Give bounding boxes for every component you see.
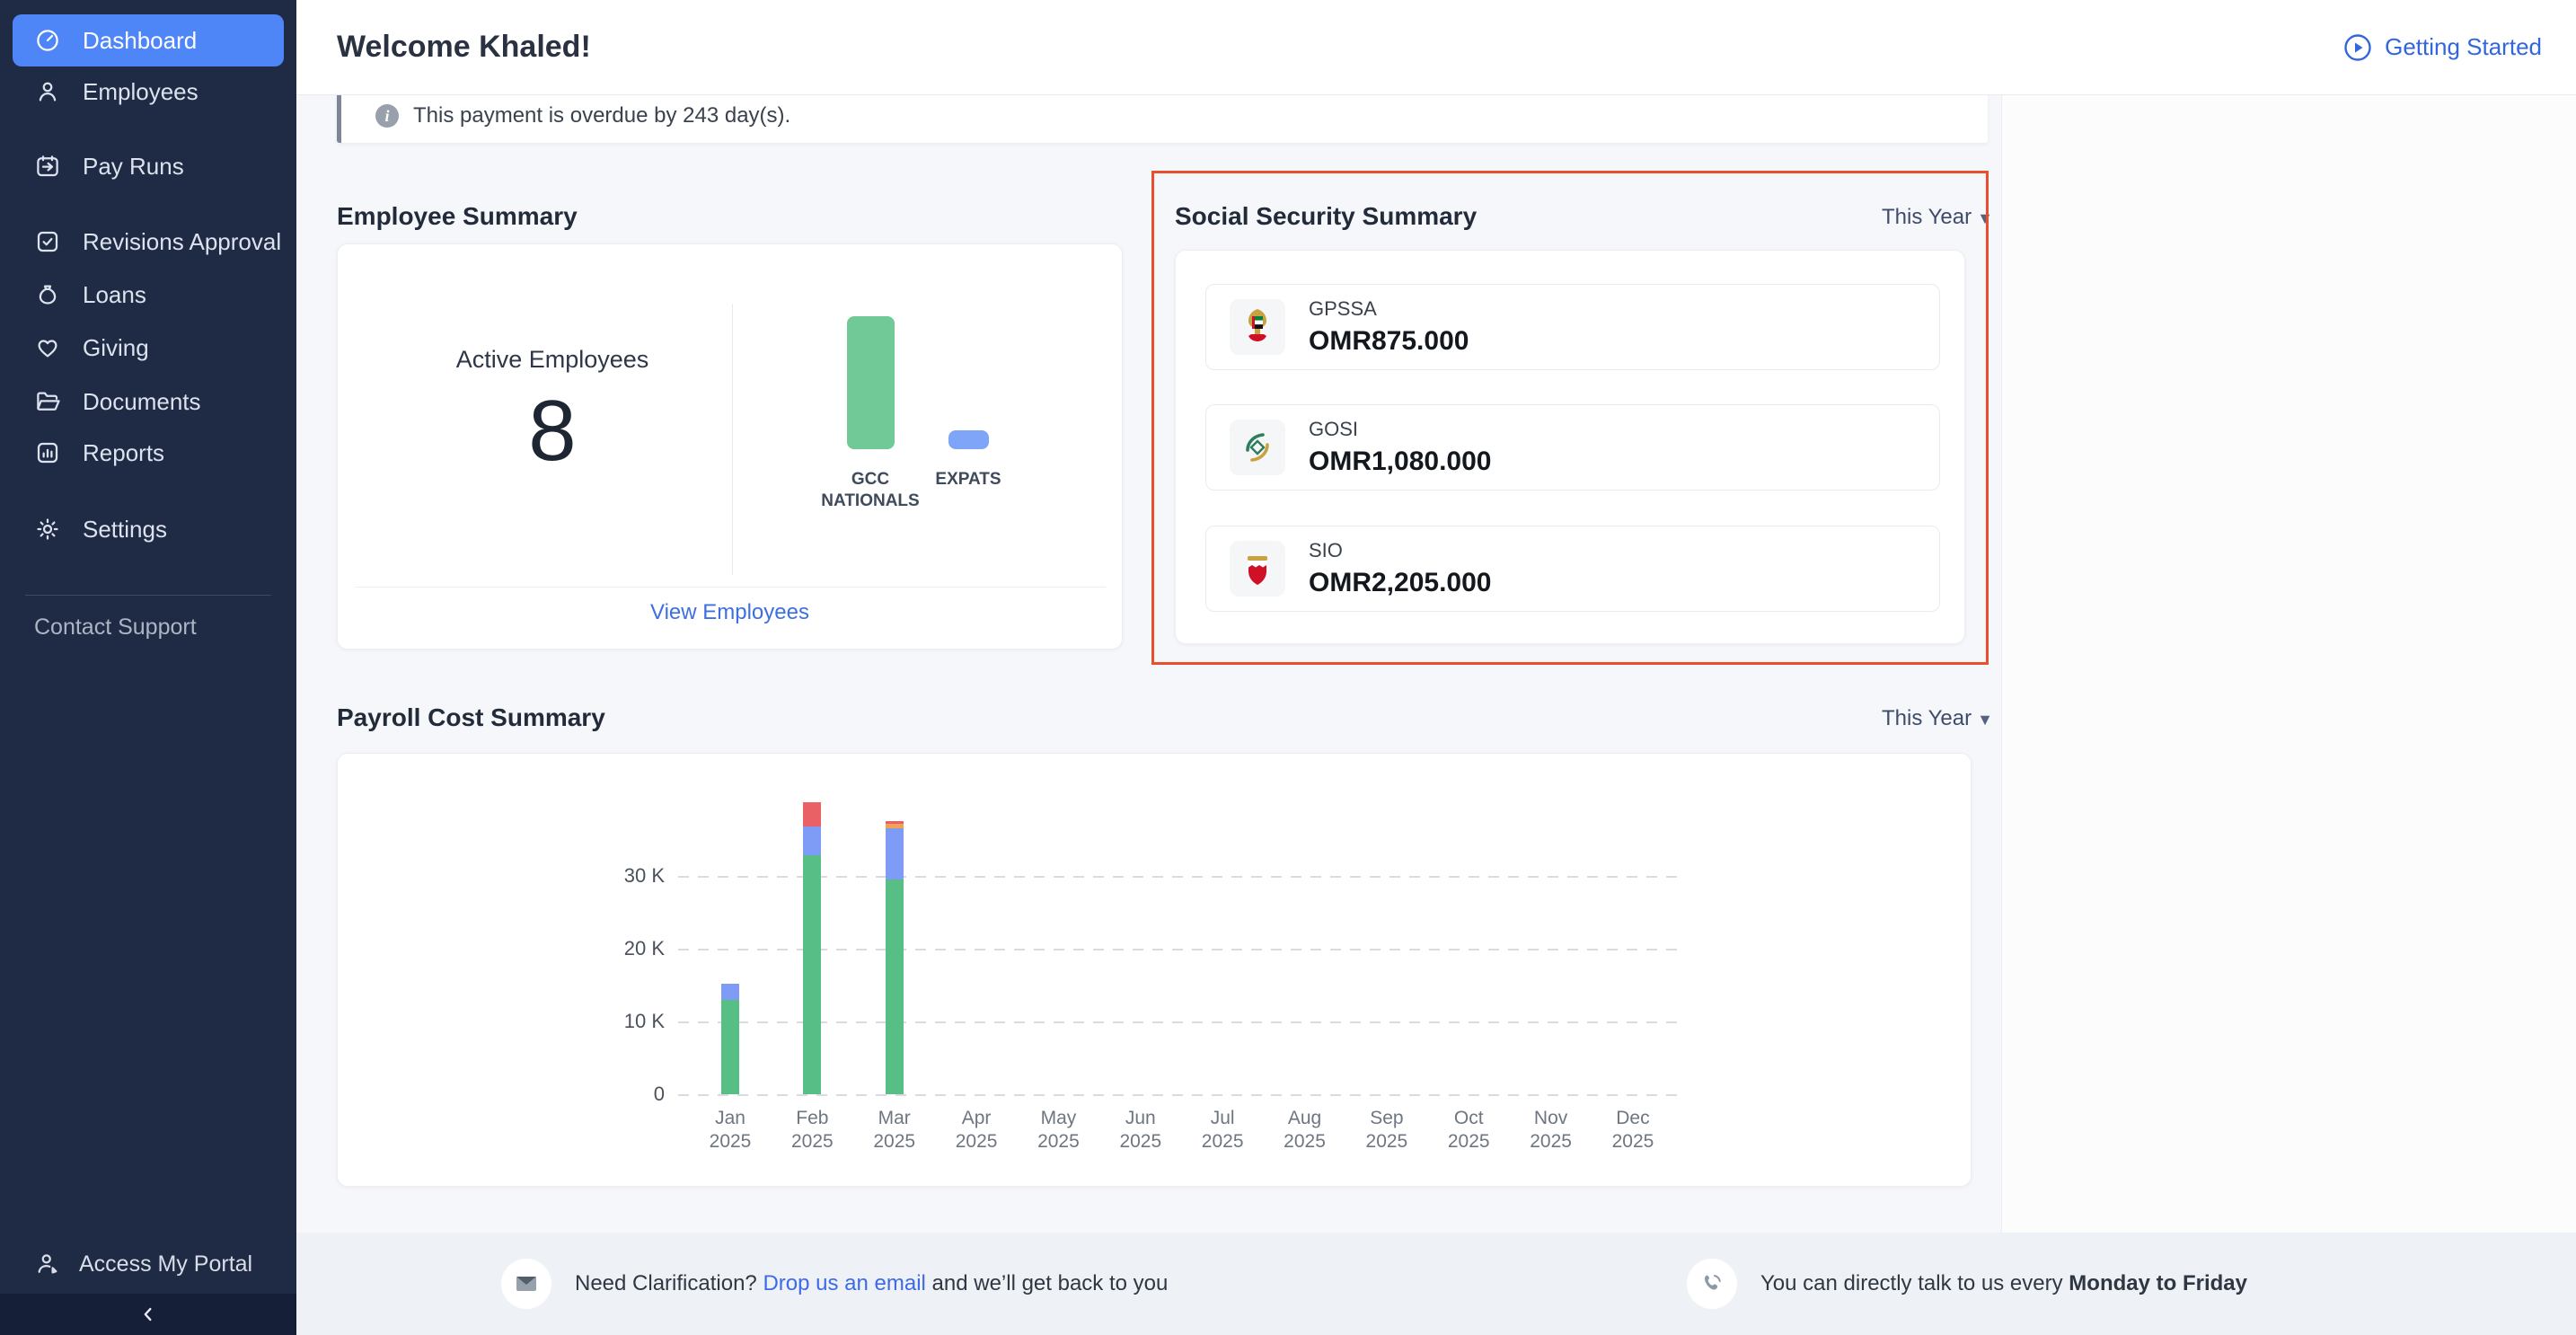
y-axis-tick: 30 K (584, 864, 665, 888)
sidebar-item-documents[interactable]: Documents (13, 378, 284, 425)
sidebar-item-label: Reports (83, 439, 164, 467)
employee-bar-expats (948, 430, 989, 449)
employee-summary-title: Employee Summary (337, 202, 578, 231)
alert-text: This payment is overdue by 243 day(s). (413, 103, 790, 128)
reports-icon (34, 439, 61, 466)
revisions-icon (34, 228, 61, 255)
sidebar-item-label: Loans (83, 281, 146, 309)
loans-icon (34, 281, 61, 308)
phone-support-block: You can directly talk to us every Monday… (1687, 1233, 2247, 1335)
authority-name: SIO (1309, 539, 1491, 562)
sidebar-item-access-my-portal[interactable]: Access My Portal (34, 1244, 252, 1284)
employee-bar-gcc-nationals (847, 316, 895, 449)
sidebar-item-payruns[interactable]: Pay Runs (13, 143, 284, 190)
authority-amount: OMR1,080.000 (1309, 446, 1491, 477)
sidebar-item-label: Dashboard (83, 27, 197, 55)
chart-gridline (678, 1021, 1680, 1023)
sidebar-item-label: Giving (83, 334, 149, 362)
y-axis-tick: 10 K (584, 1010, 665, 1033)
support-footer: Need Clarification? Drop us an email and… (296, 1233, 2576, 1335)
sidebar-item-employees[interactable]: Employees (13, 68, 284, 115)
drop-us-an-email-link[interactable]: Drop us an email (763, 1271, 925, 1295)
authority-amount: OMR875.000 (1309, 326, 1469, 357)
authority-name: GOSI (1309, 418, 1491, 441)
sidebar-divider (25, 595, 271, 596)
page-title: Welcome Khaled! (337, 0, 591, 94)
employee-bar-label: EXPATS (901, 469, 1036, 491)
chart-gridline (678, 1093, 1680, 1096)
right-empty-panel (2001, 94, 2576, 1233)
social-security-title: Social Security Summary (1175, 202, 1477, 231)
sidebar-collapse-button[interactable] (0, 1294, 296, 1335)
y-axis-tick: 20 K (584, 937, 665, 960)
sidebar-item-reports[interactable]: Reports (13, 429, 284, 476)
sidebar-item-label: Pay Runs (83, 153, 184, 181)
payroll-bar-jan-green (721, 1000, 739, 1094)
email-support-text: Need Clarification? Drop us an email and… (575, 1271, 1168, 1296)
uae-emblem-icon (1230, 299, 1285, 355)
authority-name: GPSSA (1309, 297, 1469, 321)
sidebar-item-dashboard[interactable]: Dashboard (13, 14, 284, 66)
social-security-row-gosi: GOSI OMR1,080.000 (1205, 404, 1940, 491)
x-axis-label: Dec2025 (1579, 1107, 1687, 1154)
settings-icon (34, 516, 61, 543)
payruns-icon (34, 153, 61, 180)
getting-started-link[interactable]: Getting Started (2343, 0, 2542, 94)
sidebar-item-contact-support[interactable]: Contact Support (34, 614, 197, 641)
employee-card-divider (732, 304, 733, 575)
overdue-alert: i This payment is overdue by 243 day(s). (337, 89, 1988, 143)
info-icon: i (375, 104, 399, 128)
chart-gridline (678, 875, 1680, 878)
gosi-logo-icon (1230, 420, 1285, 475)
payroll-bar-mar-green (886, 880, 904, 1094)
employee-card-footer-divider (355, 587, 1106, 588)
sidebar-item-settings[interactable]: Settings (13, 506, 284, 553)
sidebar-item-label: Settings (83, 516, 167, 544)
sidebar-item-label: Employees (83, 78, 198, 106)
active-employees-label: Active Employees (409, 346, 696, 374)
documents-icon (34, 388, 61, 415)
payroll-bar-feb-blue (803, 827, 821, 855)
email-icon (501, 1259, 551, 1309)
payroll-bar-mar-orange (886, 824, 904, 828)
sidebar-item-label: Revisions Approval (83, 228, 281, 256)
employees-icon (34, 78, 61, 105)
phone-support-text: You can directly talk to us every Monday… (1760, 1271, 2247, 1296)
bahrain-emblem-icon (1230, 541, 1285, 597)
payroll-bar-feb-green (803, 855, 821, 1094)
sidebar-item-loans[interactable]: Loans (13, 271, 284, 318)
chart-gridline (678, 948, 1680, 950)
y-axis-tick: 0 (584, 1083, 665, 1106)
play-circle-icon (2343, 33, 2372, 62)
payroll-period-dropdown[interactable]: This Year▼ (1882, 706, 1993, 731)
email-support-block: Need Clarification? Drop us an email and… (501, 1233, 1168, 1335)
payroll-bar-mar-blue (886, 828, 904, 880)
view-employees-link[interactable]: View Employees (337, 600, 1123, 625)
social-security-row-sio: SIO OMR2,205.000 (1205, 526, 1940, 612)
sidebar-item-revisions[interactable]: Revisions Approval (13, 218, 284, 265)
authority-amount: OMR2,205.000 (1309, 568, 1491, 598)
sidebar: Dashboard Employees Pay Runs Revisions Appr… (0, 0, 296, 1335)
chevron-down-icon: ▼ (1977, 711, 1993, 729)
payroll-bar-jan-blue (721, 984, 739, 1000)
payroll-summary-title: Payroll Cost Summary (337, 703, 605, 732)
payroll-bar-mar-red (886, 821, 904, 824)
sidebar-item-giving[interactable]: Giving (13, 324, 284, 371)
giving-icon (34, 334, 61, 361)
social-security-period-dropdown[interactable]: This Year▼ (1882, 205, 1993, 230)
payroll-bar-feb-red (803, 802, 821, 827)
top-header: Welcome Khaled! Getting Started (296, 0, 2576, 95)
phone-icon (1687, 1259, 1737, 1309)
sidebar-item-label: Documents (83, 388, 201, 416)
chevron-down-icon: ▼ (1977, 209, 1993, 227)
active-employees-count: 8 (409, 382, 696, 481)
portal-person-icon (34, 1251, 61, 1278)
social-security-row-gpssa: GPSSA OMR875.000 (1205, 284, 1940, 370)
dashboard-icon (34, 27, 61, 54)
